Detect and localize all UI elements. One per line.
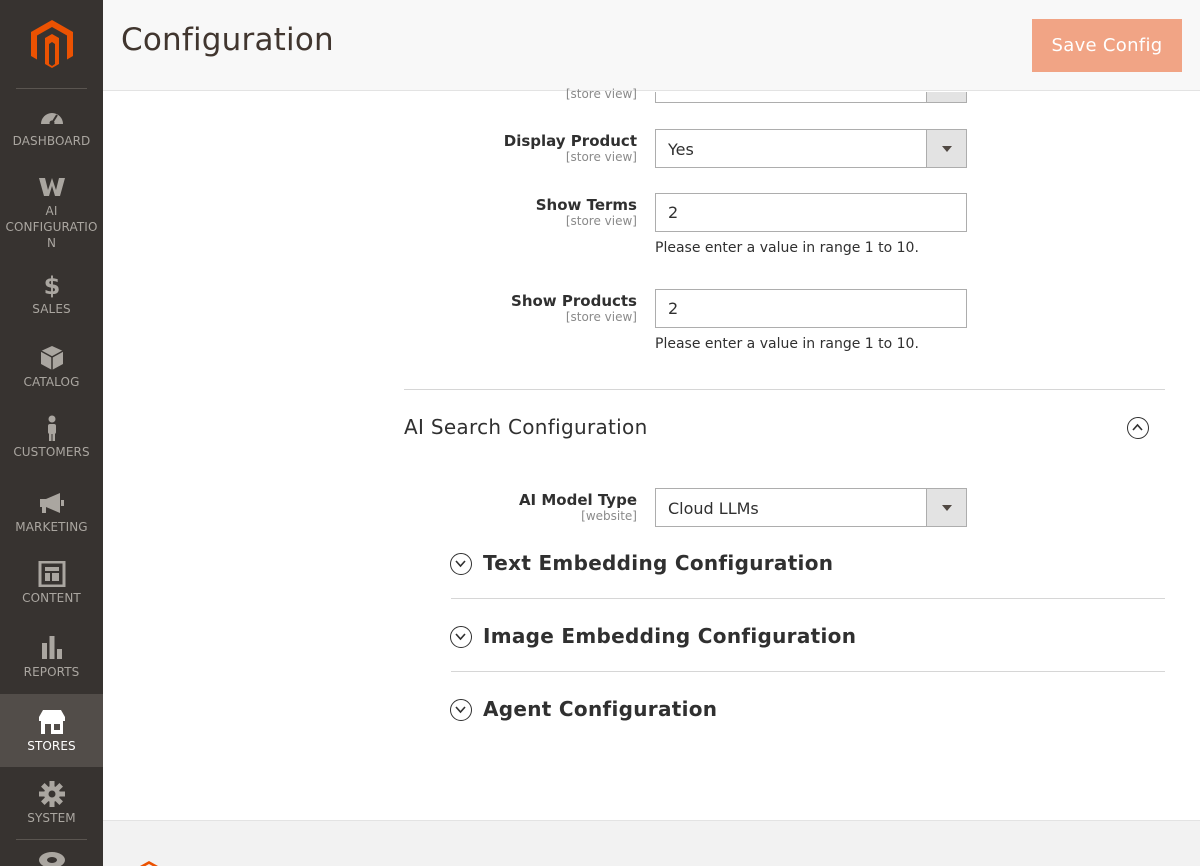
- sidebar-item-label: System: [27, 811, 76, 825]
- dollar-icon: $: [43, 272, 60, 298]
- field-name: Show Terms: [535, 196, 637, 214]
- storefront-icon: [38, 710, 65, 734]
- sidebar-item-sales[interactable]: $ Sales: [0, 272, 103, 322]
- ai-model-type-select[interactable]: Cloud LLMs: [655, 488, 967, 527]
- admin-sidebar: Dashboard AI Configuratio n $ Sales Cata…: [0, 0, 103, 866]
- field-name: Display Product: [503, 132, 637, 150]
- section-divider: [404, 389, 1165, 390]
- field-name: AI Model Type: [518, 491, 637, 509]
- display-product-label: Display Product [store view]: [504, 132, 637, 164]
- show-terms-note: Please enter a value in range 1 to 10.: [655, 240, 919, 256]
- scope-label: [store view]: [565, 310, 637, 324]
- show-products-note: Please enter a value in range 1 to 10.: [655, 336, 919, 352]
- sidebar-item-label: Sales: [32, 302, 71, 316]
- sidebar-item-label: Marketing: [15, 520, 88, 534]
- bar-chart-icon: [41, 636, 62, 659]
- sidebar-item-content[interactable]: Content: [0, 561, 103, 611]
- scope-label: [store view]: [565, 87, 637, 101]
- field-name: Show Products: [511, 292, 637, 310]
- sidebar-item-label: Stores: [27, 739, 76, 753]
- partners-icon[interactable]: [38, 850, 66, 866]
- section-divider: [451, 671, 1165, 672]
- sidebar-item-customers[interactable]: Customers: [0, 415, 103, 465]
- text-embedding-section-title[interactable]: Text Embedding Configuration: [483, 551, 833, 575]
- box-icon: [40, 346, 63, 370]
- ai-configuration-icon: [38, 178, 65, 196]
- sidebar-item-label: Dashboard: [12, 134, 91, 148]
- select-value: Cloud LLMs: [668, 499, 759, 518]
- dropdown-arrow-icon: [926, 130, 966, 167]
- sidebar-item-reports[interactable]: Reports: [0, 635, 103, 685]
- sidebar-item-dashboard[interactable]: Dashboard: [0, 104, 103, 154]
- sidebar-item-marketing[interactable]: Marketing: [0, 490, 103, 540]
- scope-label: [website]: [581, 509, 637, 523]
- show-products-input[interactable]: [655, 289, 967, 328]
- sidebar-item-catalog[interactable]: Catalog: [0, 345, 103, 395]
- sidebar-item-ai-configuration[interactable]: AI Configuratio n: [0, 174, 103, 254]
- ai-search-section-title[interactable]: AI Search Configuration: [404, 415, 648, 439]
- sidebar-item-label: Content: [22, 591, 81, 605]
- scope-label: [store view]: [565, 150, 637, 164]
- scope-label: [store view]: [565, 214, 637, 228]
- page-footer: [103, 820, 1200, 866]
- sidebar-divider: [16, 88, 87, 89]
- layout-icon: [38, 561, 65, 587]
- sidebar-divider: [16, 839, 87, 840]
- sidebar-item-label: Customers: [13, 445, 90, 459]
- dropdown-arrow-icon: [926, 92, 966, 102]
- magento-logo: [140, 861, 158, 866]
- display-product-select[interactable]: Yes: [655, 129, 967, 168]
- magento-logo[interactable]: [29, 20, 75, 68]
- svg-text:$: $: [43, 272, 60, 298]
- dropdown-arrow-icon: [926, 489, 966, 526]
- sidebar-item-label: Reports: [23, 665, 80, 679]
- page-header: Configuration Save Config: [103, 0, 1200, 91]
- dashboard-icon: [40, 113, 63, 126]
- page-title: Configuration: [121, 22, 334, 58]
- sidebar-item-label: AI Configuratio n: [5, 204, 98, 250]
- select-value: Yes: [668, 140, 694, 159]
- section-divider: [451, 598, 1165, 599]
- top-select-field[interactable]: [655, 92, 967, 103]
- sidebar-item-system[interactable]: System: [0, 781, 103, 831]
- show-terms-label: Show Terms [store view]: [536, 196, 637, 228]
- megaphone-icon: [39, 493, 64, 513]
- image-embedding-section-title[interactable]: Image Embedding Configuration: [483, 624, 856, 648]
- top-row-label: [store view]: [566, 87, 637, 101]
- save-config-button[interactable]: Save Config: [1032, 19, 1182, 72]
- expand-chevron-down-icon[interactable]: [450, 699, 472, 721]
- show-products-label: Show Products [store view]: [511, 292, 637, 324]
- expand-chevron-down-icon[interactable]: [450, 553, 472, 575]
- expand-chevron-down-icon[interactable]: [450, 626, 472, 648]
- sidebar-item-stores[interactable]: Stores: [0, 694, 103, 767]
- agent-configuration-section-title[interactable]: Agent Configuration: [483, 697, 717, 721]
- person-icon: [47, 415, 56, 441]
- gear-icon: [38, 781, 65, 807]
- sidebar-item-label: Catalog: [23, 375, 80, 389]
- collapse-chevron-up-icon[interactable]: [1127, 417, 1149, 439]
- ai-model-type-label: AI Model Type [website]: [519, 491, 637, 523]
- show-terms-input[interactable]: [655, 193, 967, 232]
